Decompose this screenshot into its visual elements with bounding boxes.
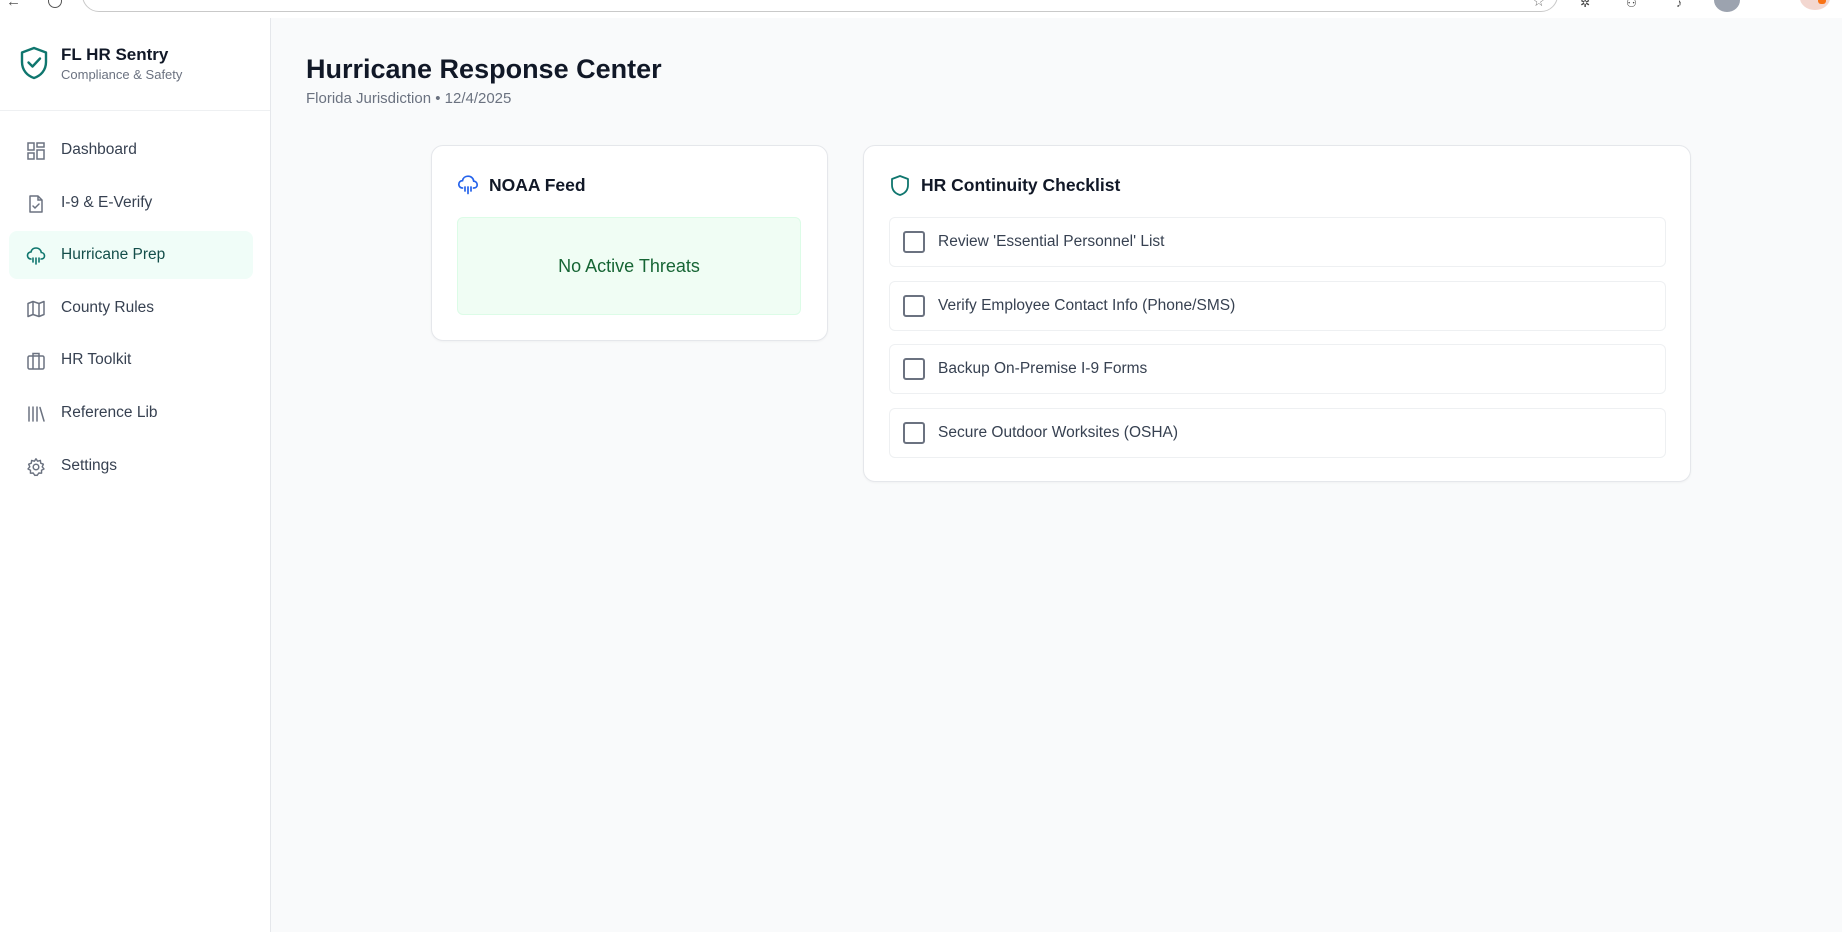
sidebar-item-dashboard[interactable]: Dashboard	[9, 126, 253, 174]
brand-header: FL HR Sentry Compliance & Safety	[0, 18, 270, 111]
bookmark-star-icon[interactable]: ☆	[1532, 0, 1545, 10]
site-info-icon[interactable]	[48, 0, 62, 8]
checklist-checkbox[interactable]	[903, 231, 925, 253]
hr-continuity-checklist-card: HR Continuity Checklist Review 'Essentia…	[863, 145, 1691, 482]
checklist-title: HR Continuity Checklist	[921, 175, 1121, 195]
main-content: Hurricane Response Center Florida Jurisd…	[271, 18, 1842, 932]
sidebar-item-i9-everify[interactable]: I-9 & E-Verify	[9, 179, 253, 227]
sidebar-item-label: County Rules	[61, 298, 155, 316]
sidebar-item-settings[interactable]: Settings	[9, 442, 253, 490]
extensions-puzzle-icon[interactable]: ⚇	[1626, 0, 1637, 10]
sidebar-nav: Dashboard I-9 & E-Verify Hurricane Prep …	[0, 126, 271, 494]
sidebar-item-hurricane-prep[interactable]: Hurricane Prep	[9, 231, 253, 280]
app-name: FL HR Sentry	[61, 45, 169, 64]
threat-status-text: No Active Threats	[558, 255, 700, 276]
map-icon	[27, 300, 45, 318]
sidebar: FL HR Sentry Compliance & Safety Dashboa…	[0, 18, 271, 932]
sidebar-item-label: Dashboard	[61, 141, 137, 158]
page-title: Hurricane Response Center	[306, 54, 662, 84]
media-icon[interactable]: ♪	[1676, 0, 1682, 10]
checklist-item-label: Secure Outdoor Worksites (OSHA)	[938, 423, 1179, 441]
checklist-item[interactable]: Secure Outdoor Worksites (OSHA)	[889, 407, 1666, 458]
sidebar-item-label: Reference Lib	[61, 403, 158, 421]
noaa-feed-title: NOAA Feed	[489, 175, 586, 195]
noaa-feed-card: NOAA Feed No Active Threats	[431, 145, 828, 341]
sidebar-item-label: HR Toolkit	[61, 351, 132, 369]
back-arrow-icon[interactable]: ←	[6, 0, 21, 10]
shield-check-icon	[20, 46, 48, 80]
briefcase-icon	[27, 353, 45, 371]
cloud-rain-icon	[26, 247, 46, 265]
checklist-item-label: Backup On-Premise I-9 Forms	[938, 360, 1148, 377]
checklist-item[interactable]: Backup On-Premise I-9 Forms	[889, 344, 1666, 394]
threat-status-panel: No Active Threats	[457, 217, 801, 315]
file-check-icon	[29, 194, 43, 213]
address-bar[interactable]: ☆	[82, 0, 1558, 12]
checklist-item[interactable]: Verify Employee Contact Info (Phone/SMS)	[889, 280, 1666, 331]
sidebar-item-label: Hurricane Prep	[61, 246, 166, 264]
extension-icon[interactable]: ✲	[1580, 0, 1590, 10]
cloud-rain-icon	[457, 175, 479, 195]
sidebar-item-label: Settings	[61, 456, 118, 474]
sidebar-item-hr-toolkit[interactable]: HR Toolkit	[9, 336, 253, 384]
checklist-checkbox[interactable]	[903, 421, 925, 444]
app-tagline: Compliance & Safety	[61, 67, 183, 82]
profile-avatar-icon[interactable]	[1714, 0, 1740, 12]
sidebar-item-label: I-9 & E-Verify	[61, 193, 153, 211]
sidebar-item-reference-lib[interactable]: Reference Lib	[9, 389, 253, 437]
checklist-item[interactable]: Review 'Essential Personnel' List	[889, 217, 1666, 267]
sidebar-item-county-rules[interactable]: County Rules	[9, 284, 253, 332]
checklist-item-label: Review 'Essential Personnel' List	[938, 233, 1165, 250]
checklist-checkbox[interactable]	[903, 358, 925, 380]
shield-icon	[891, 175, 909, 196]
checklist-item-label: Verify Employee Contact Info (Phone/SMS)	[938, 296, 1236, 314]
checklist-checkbox[interactable]	[903, 294, 925, 317]
library-icon	[28, 406, 45, 422]
gear-icon	[27, 457, 45, 476]
page-subtitle: Florida Jurisdiction • 12/4/2025	[306, 90, 512, 107]
grid-icon	[27, 142, 45, 160]
browser-menu-icon[interactable]	[1800, 0, 1830, 10]
browser-toolbar: ← ☆ ✲ ⚇ ♪	[0, 0, 1842, 18]
